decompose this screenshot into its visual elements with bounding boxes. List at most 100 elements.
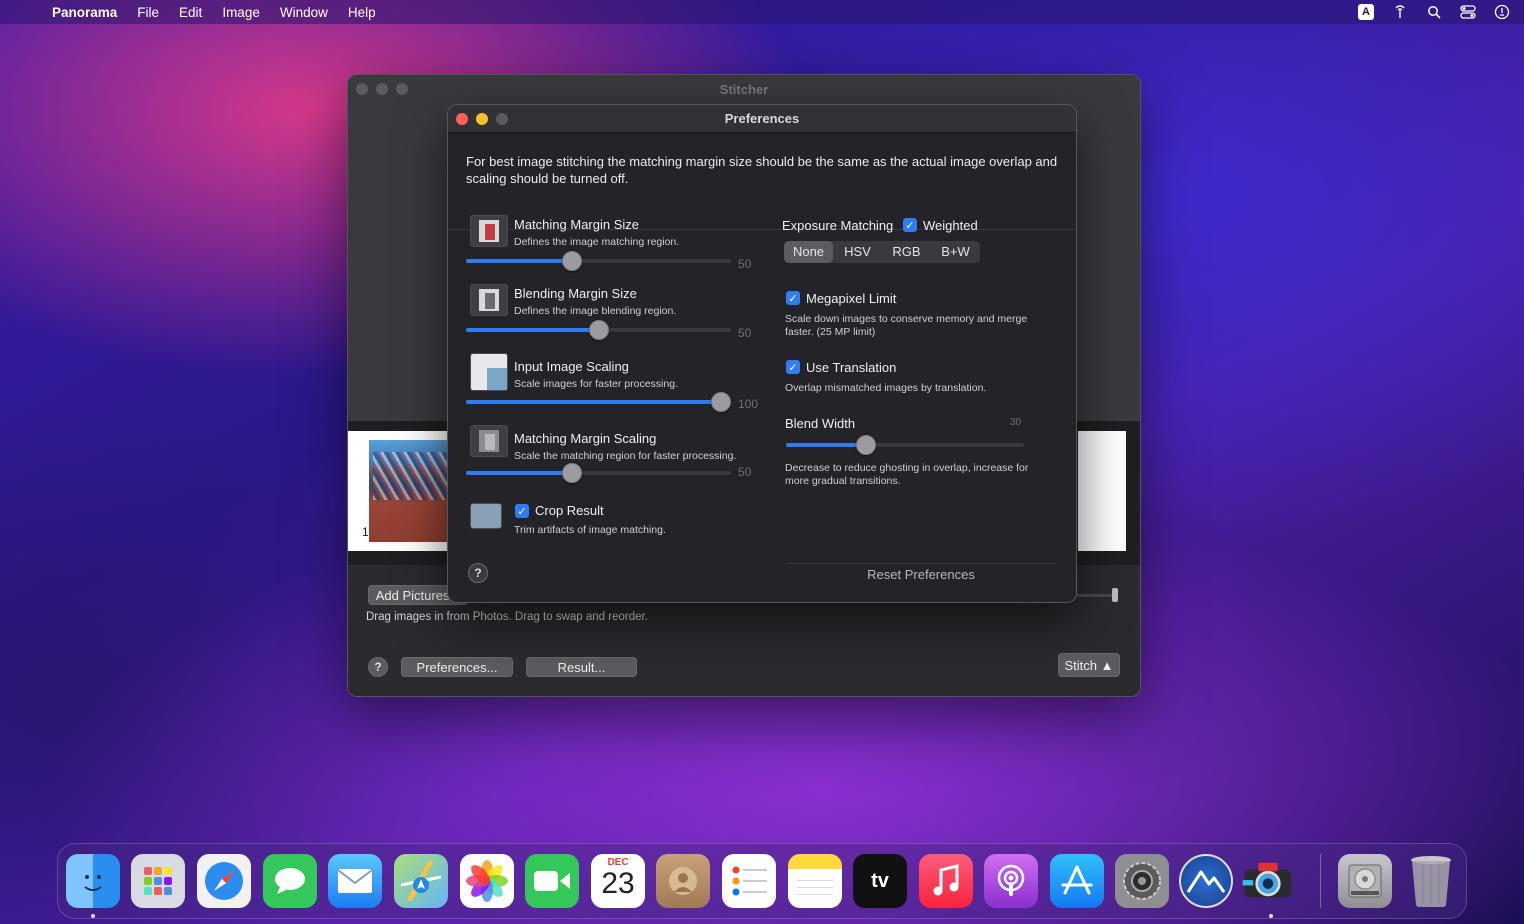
segment-hsv[interactable]: HSV xyxy=(833,241,882,263)
menu-image[interactable]: Image xyxy=(212,5,270,20)
help-button[interactable]: ? xyxy=(368,657,388,677)
thumbnail-index: 1 xyxy=(362,525,369,539)
blend-width-subtitle: Decrease to reduce ghosting in overlap, … xyxy=(785,462,1029,487)
use-translation-label: Use Translation xyxy=(806,360,897,375)
slider-fill xyxy=(466,328,599,332)
finder-icon[interactable] xyxy=(66,854,120,908)
keyboard-a-icon[interactable]: A xyxy=(1358,4,1374,20)
preferences-titlebar[interactable]: Preferences xyxy=(448,105,1076,133)
siri-icon[interactable] xyxy=(1494,4,1510,20)
system-preferences-icon[interactable] xyxy=(1115,854,1169,908)
setting-subtitle: Scale the matching region for faster pro… xyxy=(514,450,737,462)
thumbnail-image xyxy=(369,440,449,542)
disk-utility-icon[interactable] xyxy=(1338,854,1392,908)
help-button[interactable]: ? xyxy=(468,563,488,583)
photo-booth-camera-icon[interactable] xyxy=(1241,854,1295,908)
photos-icon[interactable] xyxy=(460,854,514,908)
slider-value: 50 xyxy=(738,257,752,271)
use-translation-subtitle: Overlap mismatched images by translation… xyxy=(785,382,987,394)
menu-bar: Panorama File Edit Image Window Help A xyxy=(0,0,1524,24)
setting-subtitle: Defines the image matching region. xyxy=(514,236,680,248)
exposure-segmented-control: None HSV RGB B+W xyxy=(784,241,980,263)
reset-preferences-button[interactable]: Reset Preferences xyxy=(786,563,1056,585)
matching-margin-size-slider[interactable] xyxy=(562,251,582,271)
input-image-scaling-slider[interactable] xyxy=(711,392,731,412)
contacts-icon[interactable] xyxy=(656,854,710,908)
preferences-button[interactable]: Preferences... xyxy=(401,657,513,677)
crop-result-checkbox[interactable]: ✓ xyxy=(515,504,529,518)
segment-none[interactable]: None xyxy=(784,241,833,263)
matching-margin-scaling-setting: Matching Margin Scaling Scale the matchi… xyxy=(448,423,768,483)
menu-edit[interactable]: Edit xyxy=(169,5,212,20)
segment-bw[interactable]: B+W xyxy=(931,241,980,263)
weighted-checkbox[interactable]: ✓ xyxy=(903,218,917,232)
segment-rgb[interactable]: RGB xyxy=(882,241,931,263)
drag-hint: Drag images in from Photos. Drag to swap… xyxy=(366,611,648,623)
result-button[interactable]: Result... xyxy=(526,657,637,677)
blend-width-label: Blend Width xyxy=(785,416,856,431)
blend-width-slider[interactable] xyxy=(856,435,876,455)
crop-result-subtitle: Trim artifacts of image matching. xyxy=(514,524,666,536)
zoom-button[interactable] xyxy=(496,113,508,125)
close-button[interactable] xyxy=(456,113,468,125)
calendar-day: 23 xyxy=(601,867,635,900)
setting-title: Blending Margin Size xyxy=(514,286,637,301)
blending-margin-size-slider[interactable] xyxy=(589,320,609,340)
messages-icon[interactable] xyxy=(263,854,317,908)
menu-app-name[interactable]: Panorama xyxy=(52,5,127,20)
trash-icon[interactable] xyxy=(1404,854,1458,908)
window-title: Stitcher xyxy=(719,81,769,97)
slider-value: 100 xyxy=(738,397,759,411)
safari-icon[interactable] xyxy=(197,854,251,908)
control-center-icon[interactable] xyxy=(1460,4,1476,20)
menu-window[interactable]: Window xyxy=(270,5,338,20)
mail-icon[interactable] xyxy=(328,854,382,908)
app-store-icon[interactable] xyxy=(1050,854,1104,908)
matching-margin-icon xyxy=(470,215,508,247)
blend-width-value: 30 xyxy=(1010,417,1022,428)
maps-icon[interactable] xyxy=(394,854,448,908)
weighted-label: Weighted xyxy=(923,218,978,233)
image-thumbnail[interactable]: 1 xyxy=(348,431,449,551)
megapixel-limit-label: Megapixel Limit xyxy=(806,291,897,306)
matching-margin-scaling-slider[interactable] xyxy=(562,463,582,483)
close-button[interactable] xyxy=(356,83,368,95)
megapixel-limit-subtitle: Scale down images to conserve memory and… xyxy=(785,313,1028,338)
minimize-button[interactable] xyxy=(476,113,488,125)
setting-title: Matching Margin Scaling xyxy=(514,431,657,446)
setting-title: Matching Margin Size xyxy=(514,217,639,232)
margin-scaling-icon xyxy=(470,425,508,457)
altitude-icon[interactable] xyxy=(1179,854,1233,908)
apple-tv-icon[interactable]: tv xyxy=(853,854,907,908)
input-image-scaling-setting: Input Image Scaling Scale images for fas… xyxy=(448,353,768,413)
apple-tv-label: tv xyxy=(871,869,889,892)
megapixel-limit-checkbox[interactable]: ✓ xyxy=(786,291,800,305)
stitcher-titlebar[interactable]: Stitcher xyxy=(348,75,1140,103)
image-thumbnail-right[interactable] xyxy=(1078,431,1126,551)
search-icon[interactable] xyxy=(1426,4,1442,20)
exposure-matching-label: Exposure Matching xyxy=(782,218,894,233)
menu-help[interactable]: Help xyxy=(338,5,386,20)
antenna-icon[interactable] xyxy=(1392,4,1408,20)
music-icon[interactable] xyxy=(919,854,973,908)
zoom-button[interactable] xyxy=(396,83,408,95)
use-translation-checkbox[interactable]: ✓ xyxy=(786,360,800,374)
preferences-title: Preferences xyxy=(724,111,800,126)
preferences-window: Preferences For best image stitching the… xyxy=(447,104,1077,603)
blend-width-fill xyxy=(786,443,862,447)
menu-file[interactable]: File xyxy=(127,5,169,20)
crop-result-setting: ✓ Crop Result Trim artifacts of image ma… xyxy=(448,499,768,549)
thumbnail-size-knob[interactable] xyxy=(1112,588,1118,602)
notes-icon[interactable] xyxy=(788,854,842,908)
podcasts-icon[interactable] xyxy=(984,854,1038,908)
slider-fill xyxy=(466,471,569,475)
finder-running-dot xyxy=(91,914,95,918)
minimize-button[interactable] xyxy=(376,83,388,95)
facetime-icon[interactable] xyxy=(525,854,579,908)
slider-value: 50 xyxy=(738,465,752,479)
reminders-icon[interactable] xyxy=(722,854,776,908)
stitch-button[interactable]: Stitch ▲ xyxy=(1058,653,1120,677)
blending-margin-icon xyxy=(470,284,508,316)
calendar-icon[interactable]: DEC 23 xyxy=(591,854,645,908)
launchpad-icon[interactable] xyxy=(131,854,185,908)
